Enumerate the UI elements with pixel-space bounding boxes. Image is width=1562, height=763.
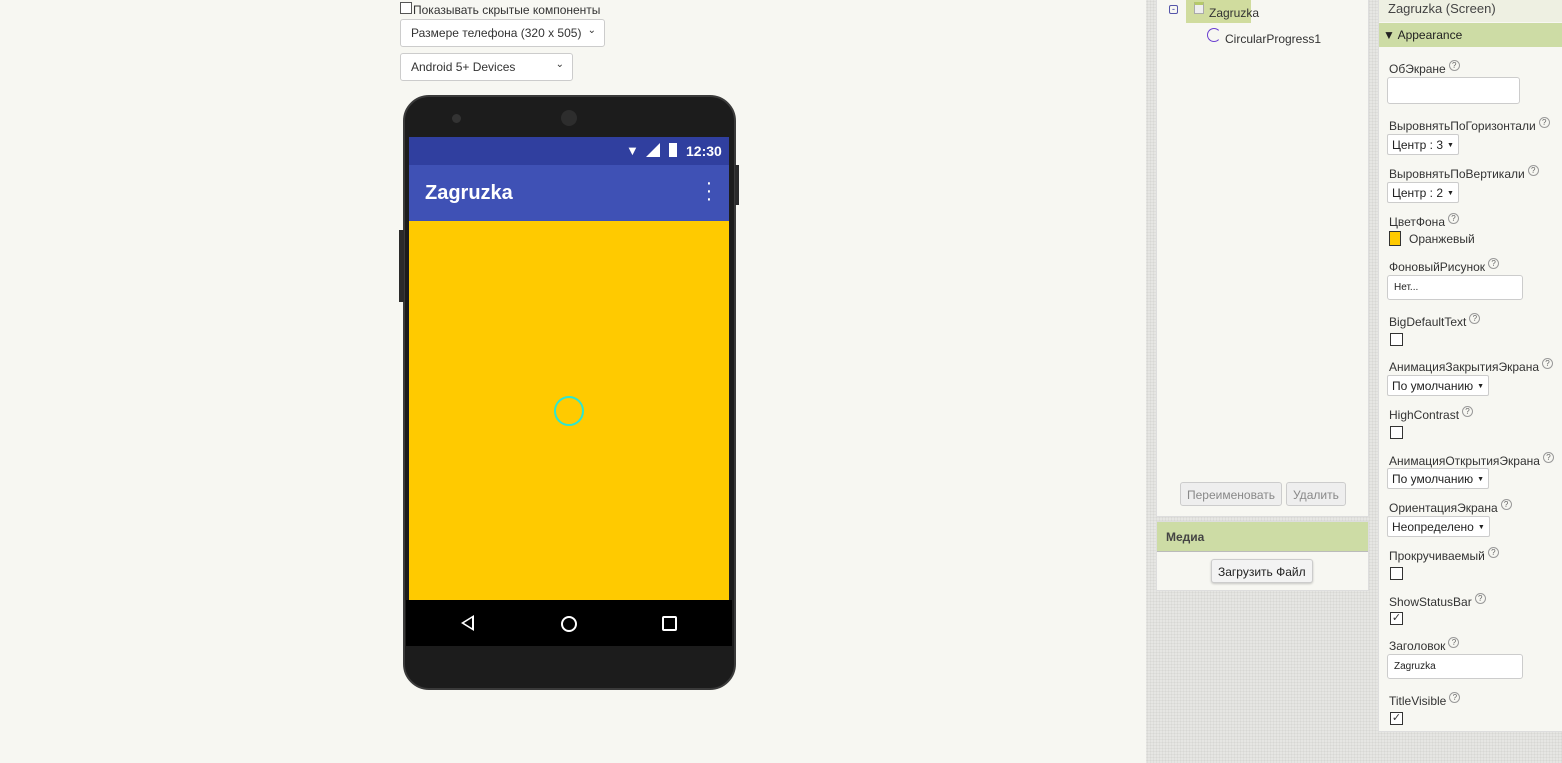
phone-side-button — [735, 165, 739, 205]
dropdown-arrow-icon: ▼ — [1447, 190, 1454, 198]
status-bar-checkbox[interactable]: ✓ — [1390, 612, 1403, 625]
title-input[interactable]: Zagruzka — [1387, 654, 1523, 679]
status-bar: ▼ 12:30 — [409, 137, 729, 165]
status-bar-label: ShowStatusBar — [1389, 595, 1472, 609]
speaker-icon — [561, 110, 577, 126]
collapse-icon[interactable]: - — [1169, 5, 1178, 14]
open-anim-value: По умолчанию — [1392, 472, 1474, 486]
app-title: Zagruzka — [425, 182, 513, 204]
bg-color-value[interactable]: Оранжевый — [1409, 232, 1475, 246]
circular-progress[interactable] — [554, 396, 584, 426]
help-icon[interactable]: ? — [1474, 593, 1486, 604]
tree-root-label: Zagruzka — [1209, 6, 1260, 20]
dropdown-arrow-icon: ▼ — [1477, 476, 1485, 484]
properties-header: Zagruzka (Screen) — [1379, 0, 1562, 22]
title-visible-checkbox[interactable]: ✓ — [1390, 712, 1403, 725]
color-swatch[interactable] — [1389, 231, 1401, 246]
big-text-checkbox[interactable] — [1390, 333, 1403, 346]
chevron-down-icon: ⌄ — [555, 59, 564, 70]
orientation-value: Неопределено — [1392, 520, 1474, 534]
properties-panel: Zagruzka (Screen) ▼ Appearance ОбЭкране?… — [1378, 0, 1562, 732]
align-v-label: ВыровнятьПоВертикали — [1389, 167, 1525, 181]
dropdown-arrow-icon: ▼ — [1447, 142, 1454, 150]
help-icon[interactable]: ? — [1449, 692, 1461, 703]
orientation-dropdown[interactable]: Неопределено ▼ — [1387, 516, 1490, 537]
high-contrast-label: HighContrast — [1389, 408, 1460, 422]
show-hidden-label: Показывать скрытые компоненты — [413, 3, 601, 17]
open-anim-label: АнимацияОткрытияЭкрана — [1389, 454, 1540, 468]
phone-side-button — [399, 230, 404, 302]
more-vert-icon[interactable]: · · · — [705, 173, 713, 209]
align-v-dropdown[interactable]: Центр : 2 ▼ — [1387, 182, 1459, 203]
progress-icon — [1207, 28, 1221, 42]
bg-color-label: ЦветФона — [1389, 215, 1445, 229]
help-icon[interactable]: ? — [1538, 117, 1550, 128]
help-icon[interactable]: ? — [1469, 313, 1481, 324]
camera-icon — [452, 114, 461, 123]
scrollable-label: Прокручиваемый — [1389, 549, 1485, 563]
help-icon[interactable]: ? — [1527, 165, 1539, 176]
upload-file-button[interactable]: Загрузить Файл — [1211, 559, 1313, 583]
chevron-down-icon: ⌄ — [587, 25, 596, 36]
media-header: Медиа — [1157, 522, 1368, 552]
title-visible-label: TitleVisible — [1389, 694, 1447, 708]
tree-child-label: CircularProgress1 — [1225, 32, 1322, 46]
align-h-dropdown[interactable]: Центр : 3 ▼ — [1387, 134, 1459, 155]
about-label: ОбЭкране — [1389, 62, 1446, 76]
back-icon-inner — [464, 618, 472, 628]
appearance-section[interactable]: ▼ Appearance — [1379, 23, 1562, 47]
components-panel: - Zagruzka CircularProgress1 Переименова… — [1156, 0, 1369, 517]
help-icon[interactable]: ? — [1542, 358, 1554, 369]
phone-size-value: Размере телефона (320 x 505) — [411, 26, 582, 40]
scrollable-checkbox[interactable] — [1390, 567, 1403, 580]
media-panel: Медиа Загрузить Файл — [1156, 521, 1369, 591]
nav-bar — [406, 600, 732, 646]
close-anim-dropdown[interactable]: По умолчанию ▼ — [1387, 375, 1490, 396]
signal-icon — [646, 143, 660, 157]
close-anim-value: По умолчанию — [1392, 379, 1474, 393]
device-value: Android 5+ Devices — [411, 60, 516, 74]
rename-button[interactable]: Переименовать — [1180, 482, 1282, 506]
dropdown-arrow-icon: ▼ — [1477, 524, 1485, 532]
delete-button[interactable]: Удалить — [1286, 482, 1346, 506]
orientation-label: ОриентацияЭкрана — [1389, 501, 1498, 515]
screen-icon — [1194, 2, 1204, 14]
bg-image-label: ФоновыйРисунок — [1389, 260, 1486, 274]
help-icon[interactable]: ? — [1448, 637, 1460, 648]
align-h-label: ВыровнятьПоГоризонтали — [1389, 119, 1536, 133]
help-icon[interactable]: ? — [1542, 452, 1554, 463]
align-v-value: Центр : 2 — [1392, 186, 1444, 200]
triangle-down-icon: ▼ — [1383, 28, 1395, 42]
screen-content — [409, 221, 729, 600]
high-contrast-checkbox[interactable] — [1390, 426, 1403, 439]
dropdown-arrow-icon: ▼ — [1477, 383, 1485, 391]
help-icon[interactable]: ? — [1462, 406, 1474, 417]
help-icon[interactable]: ? — [1448, 213, 1459, 224]
home-icon[interactable] — [561, 616, 577, 632]
align-h-value: Центр : 3 — [1392, 138, 1444, 152]
open-anim-dropdown[interactable]: По умолчанию ▼ — [1387, 468, 1490, 489]
recents-icon[interactable] — [662, 616, 677, 631]
device-select[interactable]: Android 5+ Devices ⌄ — [400, 53, 573, 81]
help-icon[interactable]: ? — [1448, 60, 1460, 71]
battery-icon — [669, 143, 677, 157]
tree-item-screen[interactable]: Zagruzka — [1186, 0, 1259, 23]
help-icon[interactable]: ? — [1500, 499, 1512, 510]
show-hidden-checkbox[interactable] — [400, 2, 412, 14]
phone-size-select[interactable]: Размере телефона (320 x 505) ⌄ — [400, 19, 605, 47]
help-icon[interactable]: ? — [1487, 547, 1499, 558]
title-label: Заголовок — [1389, 639, 1446, 653]
big-text-label: BigDefaultText — [1389, 315, 1467, 329]
about-textarea[interactable] — [1387, 77, 1520, 104]
app-title-bar: Zagruzka · · · — [409, 165, 729, 221]
help-icon[interactable]: ? — [1488, 258, 1500, 269]
section-title: Appearance — [1397, 28, 1463, 42]
close-anim-label: АнимацияЗакрытияЭкрана — [1389, 360, 1540, 374]
wifi-icon: ▼ — [626, 143, 639, 158]
status-time: 12:30 — [686, 143, 722, 159]
bg-image-picker[interactable]: Нет... — [1387, 275, 1523, 300]
